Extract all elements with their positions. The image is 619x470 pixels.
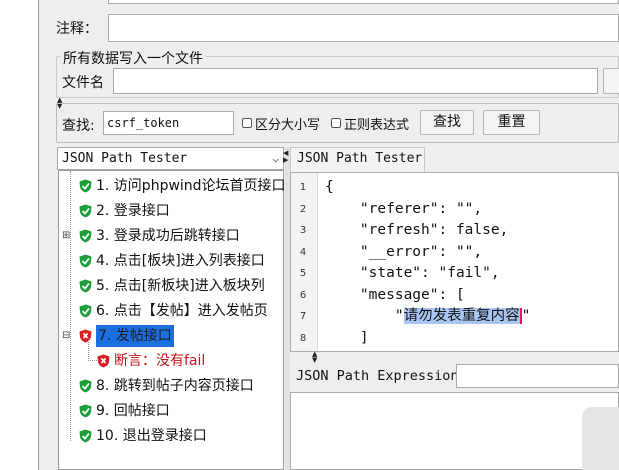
tree-item-label: 2. 登录接口	[96, 203, 170, 219]
chevron-down-icon: ⌵	[272, 152, 279, 165]
code-line: "refresh": false,	[325, 222, 509, 238]
line-number: 6	[299, 289, 307, 301]
find-button[interactable]: 查找	[420, 110, 474, 135]
tree-item[interactable]: 10. 退出登录接口	[59, 425, 285, 447]
tree-connector-line	[88, 338, 97, 361]
pass-shield-icon	[79, 279, 92, 293]
line-number: 5	[299, 268, 307, 279]
tree-item[interactable]: 4. 点击[板块]进入列表接口	[59, 250, 285, 272]
expand-toggle-icon[interactable]: ⊟	[62, 325, 70, 347]
pass-shield-icon	[79, 429, 92, 443]
renderer-dropdown[interactable]: JSON Path Tester ⌵	[57, 147, 284, 170]
comment-label: 注释：	[56, 21, 98, 37]
code-text: "	[519, 308, 531, 324]
pass-shield-icon	[79, 404, 92, 418]
tree-item[interactable]: 6. 点击【发帖】进入发帖页	[59, 300, 285, 322]
file-group-title: 所有数据写入一个文件	[60, 48, 206, 68]
tree-item[interactable]: 5. 点击[新板块]进入板块列	[59, 275, 285, 297]
pass-shield-icon	[79, 179, 92, 193]
fail-shield-icon	[97, 354, 110, 368]
tree-item-label: 断言：没有fail	[114, 353, 206, 369]
code-line: "state": "fail",	[325, 265, 500, 281]
tree-item-label: 9. 回帖接口	[96, 403, 170, 419]
pass-shield-icon	[79, 204, 92, 218]
json-path-expression-label: JSON Path Expression	[296, 368, 459, 384]
expand-toggle-icon[interactable]: ⊞	[62, 225, 70, 247]
reset-button[interactable]: 重置	[483, 110, 540, 135]
code-line: {	[325, 179, 334, 195]
pass-shield-icon	[79, 254, 92, 268]
tree-item[interactable]: 1. 访问phpwind论坛首页接口	[59, 175, 286, 197]
splitter-arrows-bottom[interactable]: ▲ ▼	[312, 351, 317, 364]
comment-input[interactable]	[108, 14, 619, 42]
tree-child-item[interactable]: 断言：没有fail	[59, 338, 285, 372]
name-field[interactable]	[108, 0, 619, 4]
search-input[interactable]: csrf_token	[103, 111, 234, 135]
code-line: ]	[325, 329, 369, 346]
tree-item[interactable]: 2. 登录接口	[59, 200, 285, 222]
code-text: "	[325, 308, 404, 324]
tree-item-label: 8. 跳转到帖子内容页接口	[96, 378, 254, 394]
results-tree: 1. 访问phpwind论坛首页接口 2. 登录接口 ⊞ 3. 登录成功后跳转接口 4.…	[58, 170, 286, 470]
json-response-editor[interactable]: 1 {2 "referer": "", 3 "refresh": false, 4 "…	[290, 172, 619, 352]
tree-item-label: 6. 点击【发帖】进入发帖页	[96, 303, 268, 319]
tab-json-path-tester[interactable]: JSON Path Tester	[290, 147, 425, 172]
search-label: 查找:	[62, 118, 95, 134]
filename-label: 文件名	[62, 75, 104, 91]
renderer-dropdown-value: JSON Path Tester	[62, 151, 188, 166]
line-number: 4	[299, 246, 307, 258]
tree-item-label: 1. 访问phpwind论坛首页接口	[96, 178, 286, 194]
browse-button[interactable]	[603, 68, 619, 94]
code-line: "__error": "",	[325, 243, 483, 260]
json-path-expression-input[interactable]	[456, 364, 619, 388]
tree-item[interactable]: 8. 跳转到帖子内容页接口	[59, 375, 285, 397]
line-number: 3	[299, 225, 307, 236]
tree-item-label: 3. 登录成功后跳转接口	[96, 228, 240, 244]
tree-item-label: 7. 发帖接口	[96, 325, 174, 347]
regex-label: 正则表达式	[344, 118, 410, 133]
line-number: 8	[299, 332, 307, 344]
video-overlay-button	[582, 407, 619, 470]
tree-item-label: 10. 退出登录接口	[96, 428, 207, 444]
code-line: "message": [	[325, 286, 465, 303]
regex-checkbox[interactable]	[331, 118, 341, 128]
selected-text: 请勿发表重复内容	[403, 308, 520, 324]
tree-item-label: 4. 点击[板块]进入列表接口	[96, 253, 265, 269]
line-number: 7	[299, 311, 307, 322]
case-sensitive-checkbox[interactable]	[242, 118, 252, 128]
line-number: 1	[299, 182, 307, 193]
splitter-arrows-side[interactable]: ◀ ▶	[283, 150, 288, 164]
tree-item[interactable]: 9. 回帖接口	[59, 400, 285, 422]
case-sensitive-label: 区分大小写	[255, 118, 321, 133]
tree-item-label: 5. 点击[新板块]进入板块列	[96, 278, 265, 294]
line-number: 2	[299, 203, 307, 215]
line-number-gutter	[291, 173, 318, 351]
filename-input[interactable]	[113, 68, 598, 94]
pass-shield-icon	[79, 304, 92, 318]
code-line: "请勿发表重复内容 "	[325, 306, 531, 327]
pass-shield-icon	[79, 229, 92, 243]
pass-shield-icon	[79, 379, 92, 393]
expression-result-area[interactable]	[290, 392, 619, 470]
tab-label: JSON Path Tester	[297, 151, 423, 166]
code-line: "referer": "",	[325, 200, 483, 217]
tree-item[interactable]: ⊞ 3. 登录成功后跳转接口	[59, 225, 285, 247]
